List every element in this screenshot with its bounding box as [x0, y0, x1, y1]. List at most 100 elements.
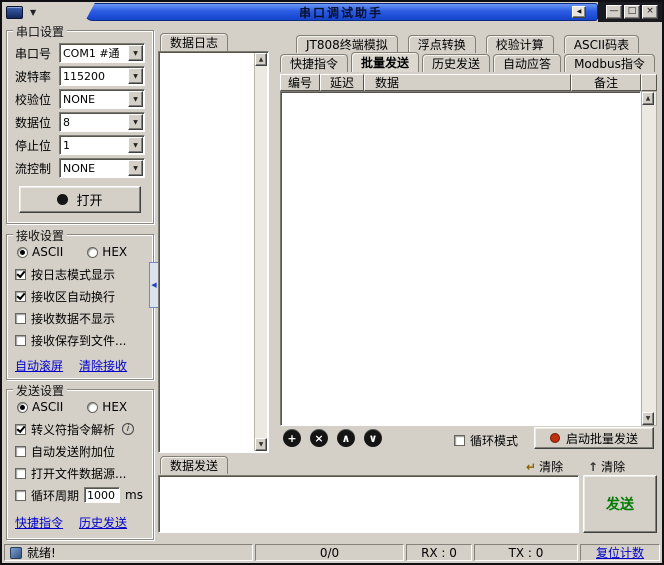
tab-ascii-table[interactable]: ASCII码表 [564, 35, 639, 53]
stopbits-select[interactable]: 1 ▼ [59, 135, 145, 155]
arrow-up-icon: ↑ [588, 460, 598, 474]
clear-receive-link[interactable]: 清除接收 [79, 357, 127, 374]
app-menu-button[interactable]: ▼ [6, 4, 36, 20]
cycle-period-unit: ms [125, 488, 143, 502]
move-up-button[interactable]: ∧ [337, 429, 355, 447]
port-select[interactable]: COM1 #通 ▼ [59, 43, 145, 63]
auto-append-checkbox-row[interactable]: 自动发送附加位 [15, 444, 115, 458]
parity-label: 校验位 [15, 91, 59, 108]
batch-table-body[interactable] [280, 91, 641, 426]
flowctrl-select[interactable]: NONE ▼ [59, 158, 145, 178]
save-to-file-label: 接收保存到文件... [31, 332, 126, 349]
start-batch-send-button[interactable]: 启动批量发送 [534, 427, 654, 449]
scroll-down-button[interactable]: ▼ [642, 412, 654, 425]
tab-jt808-simulator[interactable]: JT808终端模拟 [296, 35, 398, 53]
titlebar[interactable]: ▼ 串口调试助手 ◀ — □ × [2, 2, 662, 22]
tab-checksum-calc[interactable]: 校验计算 [486, 35, 554, 53]
tab-quick-command[interactable]: 快捷指令 [280, 54, 348, 72]
chevron-down-icon[interactable]: ▼ [128, 137, 143, 153]
clear-receive-button[interactable]: ↵ 清除 [526, 458, 563, 475]
close-button[interactable]: × [642, 5, 658, 19]
radio-icon[interactable] [17, 402, 28, 413]
send-button[interactable]: 发送 [583, 475, 657, 533]
scroll-down-button[interactable]: ▼ [255, 438, 267, 451]
groupbox-title: 接收设置 [13, 227, 67, 244]
chevron-down-icon[interactable]: ▼ [128, 91, 143, 107]
tab-float-convert[interactable]: 浮点转换 [408, 35, 476, 53]
batch-table-scrollbar[interactable]: ▲ ▼ [641, 91, 657, 426]
hide-received-checkbox-row[interactable]: 接收数据不显示 [15, 311, 115, 325]
receive-format-radios: ASCII HEX [17, 245, 127, 259]
checkbox-icon[interactable] [15, 335, 26, 346]
add-row-button[interactable]: + [283, 429, 301, 447]
baud-select[interactable]: 115200 ▼ [59, 66, 145, 86]
chevron-down-icon[interactable]: ▼ [128, 68, 143, 84]
chevron-down-icon[interactable]: ▼ [30, 8, 36, 17]
reset-count-link[interactable]: 复位计数 [596, 544, 644, 561]
open-port-button[interactable]: 打开 [19, 186, 141, 213]
chevron-down-icon[interactable]: ▼ [128, 160, 143, 176]
move-down-button[interactable]: ∨ [364, 429, 382, 447]
loop-mode-checkbox-row[interactable]: 循环模式 [454, 432, 518, 449]
checkbox-icon[interactable] [15, 468, 26, 479]
tab-data-log[interactable]: 数据日志 [160, 33, 228, 51]
status-ready-segment: 就绪! [4, 544, 253, 561]
checkbox-icon[interactable] [15, 446, 26, 457]
remove-row-button[interactable]: × [310, 429, 328, 447]
send-history-link[interactable]: 历史发送 [79, 514, 127, 531]
receive-hex-radio[interactable]: HEX [87, 245, 127, 259]
minimize-button[interactable]: — [606, 5, 622, 19]
radio-icon[interactable] [17, 247, 28, 258]
save-to-file-checkbox-row[interactable]: 接收保存到文件... [15, 333, 126, 347]
checkbox-icon[interactable] [15, 490, 26, 501]
clear-send-button[interactable]: ↑ 清除 [588, 458, 625, 475]
tab-batch-send[interactable]: 批量发送 [351, 52, 419, 72]
chevron-down-icon: ∨ [369, 433, 378, 444]
scroll-up-button[interactable]: ▲ [255, 53, 267, 66]
auto-scroll-link[interactable]: 自动滚屏 [15, 357, 63, 374]
file-source-checkbox-row[interactable]: 打开文件数据源... [15, 466, 126, 480]
chevron-down-icon[interactable]: ▼ [128, 114, 143, 130]
workspace-tabs-row2: 快捷指令 批量发送 历史发送 自动应答 Modbus指令 [280, 52, 655, 72]
plus-icon: + [287, 433, 296, 444]
tab-modbus-command[interactable]: Modbus指令 [564, 54, 655, 72]
checkbox-icon[interactable] [15, 291, 26, 302]
log-content[interactable] [161, 54, 252, 450]
checkbox-icon[interactable] [15, 313, 26, 324]
parity-select[interactable]: NONE ▼ [59, 89, 145, 109]
scroll-up-button[interactable]: ▲ [642, 92, 654, 105]
tab-send-history[interactable]: 历史发送 [422, 54, 490, 72]
workspace-tabs-row1: JT808终端模拟 浮点转换 校验计算 ASCII码表 [296, 35, 639, 53]
info-icon[interactable]: i [122, 423, 134, 435]
radio-icon[interactable] [87, 247, 98, 258]
checkbox-icon[interactable] [15, 269, 26, 280]
escape-parse-checkbox-row[interactable]: 转义符指令解析 i [15, 422, 134, 436]
tab-data-send[interactable]: 数据发送 [160, 456, 228, 474]
tab-auto-reply[interactable]: 自动应答 [493, 54, 561, 72]
auto-wrap-checkbox-row[interactable]: 接收区自动换行 [15, 289, 115, 303]
pin-button[interactable]: ◀ [572, 6, 586, 18]
radio-icon[interactable] [87, 402, 98, 413]
send-hex-radio[interactable]: HEX [87, 400, 127, 414]
app-icon [6, 6, 23, 19]
receive-ascii-radio[interactable]: ASCII [17, 245, 63, 259]
chevron-up-icon: ∧ [342, 433, 351, 444]
send-ascii-radio[interactable]: ASCII [17, 400, 63, 414]
checkbox-icon[interactable] [15, 424, 26, 435]
chevron-down-icon[interactable]: ▼ [128, 45, 143, 61]
title-strip[interactable]: 串口调试助手 [84, 3, 598, 21]
cycle-period-label: 循环周期 [31, 487, 79, 504]
databits-select[interactable]: 8 ▼ [59, 112, 145, 132]
baud-value: 115200 [60, 70, 128, 83]
cycle-period-input[interactable] [84, 487, 120, 503]
log-scrollbar[interactable]: ▲ ▼ [254, 53, 267, 451]
port-row: 串口号 COM1 #通 ▼ [15, 43, 145, 63]
quick-command-link[interactable]: 快捷指令 [15, 514, 63, 531]
send-input[interactable] [158, 475, 579, 533]
log-output-area[interactable]: ▲ ▼ [158, 51, 269, 453]
column-header-delay: 延迟 [320, 74, 364, 91]
checkbox-icon[interactable] [454, 435, 465, 446]
maximize-button[interactable]: □ [624, 5, 640, 19]
log-mode-checkbox-row[interactable]: 按日志模式显示 [15, 267, 115, 281]
cycle-period-row[interactable]: 循环周期 ms [15, 488, 143, 502]
